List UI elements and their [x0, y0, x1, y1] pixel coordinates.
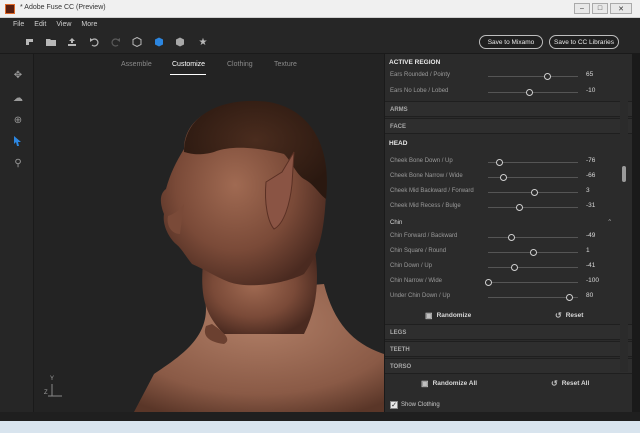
slider-label: Chin Narrow / Wide	[390, 278, 443, 284]
menu-edit[interactable]: Edit	[34, 21, 46, 28]
chevron-up-icon[interactable]: ⌃	[607, 218, 612, 226]
menu-bar: File Edit View More	[0, 18, 640, 30]
section-teeth[interactable]: TEETH ⌄	[385, 341, 632, 357]
chin-subsection-title[interactable]: Chin	[390, 220, 402, 226]
section-face[interactable]: FACE ⌄	[385, 118, 632, 134]
slider-knob[interactable]	[485, 279, 492, 286]
slider-value[interactable]: -49	[586, 232, 595, 239]
cube-blue-icon[interactable]	[153, 36, 165, 48]
cube-outline-icon[interactable]	[131, 36, 143, 48]
slider-track[interactable]	[488, 267, 578, 268]
3d-viewport[interactable]: Assemble Customize Clothing Texture Y Z	[34, 54, 384, 412]
section-arms[interactable]: ARMS ⌄	[385, 101, 632, 117]
orbit-icon[interactable]: ☁	[12, 92, 24, 104]
reset-icon: ↺	[555, 311, 562, 320]
character-model	[134, 100, 384, 412]
window-title: * Adobe Fuse CC (Preview)	[20, 4, 106, 11]
close-button[interactable]: ✕	[610, 3, 632, 14]
menu-file[interactable]: File	[13, 21, 24, 28]
slider-track[interactable]	[488, 297, 578, 298]
slider-track[interactable]	[488, 237, 578, 238]
slider-knob[interactable]	[507, 234, 515, 241]
dice-icon: ▣	[425, 311, 433, 320]
redo-icon[interactable]	[110, 36, 122, 48]
save-to-mixamo-button[interactable]: Save to Mixamo	[479, 35, 543, 49]
randomize-all-button[interactable]: ▣ Randomize All	[421, 379, 477, 388]
slider-label: Under Chin Down / Up	[390, 293, 451, 299]
select-icon[interactable]	[12, 135, 24, 147]
dice-icon: ▣	[421, 379, 429, 388]
slider-value[interactable]: 80	[586, 292, 593, 299]
slider-label: Ears No Lobe / Lobed	[390, 88, 449, 94]
window-controls: – □ ✕	[574, 3, 632, 14]
slider-knob[interactable]	[566, 294, 573, 301]
cube-solid-icon[interactable]	[174, 36, 186, 48]
slider-knob[interactable]	[543, 73, 551, 80]
target-icon[interactable]: ⊕	[12, 114, 24, 126]
reset-all-button[interactable]: ↺ Reset All	[551, 379, 589, 388]
status-bar	[0, 412, 640, 421]
slider-track[interactable]	[488, 282, 578, 283]
section-legs[interactable]: LEGS ⌄	[385, 324, 632, 340]
slider-label: Cheek Bone Down / Up	[390, 158, 453, 164]
slider-label: Chin Down / Up	[390, 263, 433, 269]
slider-knob[interactable]	[515, 204, 523, 211]
active-region-title: ACTIVE REGION	[389, 59, 441, 66]
app-icon	[5, 4, 15, 14]
slider-label: Ears Rounded / Pointy	[390, 72, 451, 78]
slider-value[interactable]: 1	[586, 247, 590, 254]
slider-value[interactable]: -10	[586, 87, 595, 94]
slider-knob[interactable]	[511, 264, 519, 271]
slider-value[interactable]: 3	[586, 187, 590, 194]
cursor-icon[interactable]	[24, 36, 36, 48]
customize-panel: ACTIVE REGION Ears Rounded / Pointy 65 Ear…	[385, 54, 632, 412]
slider-knob[interactable]	[525, 89, 533, 96]
slider-track[interactable]	[488, 207, 578, 208]
menu-more[interactable]: More	[81, 21, 97, 28]
slider-track[interactable]	[488, 76, 578, 77]
slider-label: Chin Square / Round	[390, 248, 447, 254]
toolbar: ★ Save to Mixamo Save to CC Libraries	[0, 30, 640, 54]
undo-icon[interactable]	[88, 36, 100, 48]
slider-knob[interactable]	[530, 249, 537, 256]
scrollbar-thumb[interactable]	[622, 166, 626, 182]
save-to-cc-libraries-button[interactable]: Save to CC Libraries	[549, 35, 619, 49]
slider-knob[interactable]	[495, 159, 503, 166]
slider-label: Cheek Mid Backward / Forward	[390, 188, 474, 194]
show-clothing-checkbox[interactable]: ✓	[390, 401, 398, 409]
title-bar: * Adobe Fuse CC (Preview) – □ ✕	[0, 0, 640, 18]
slider-value[interactable]: -76	[586, 157, 595, 164]
slider-knob[interactable]	[530, 189, 538, 196]
upload-icon[interactable]	[66, 36, 78, 48]
section-torso[interactable]: TORSO ⌄	[385, 358, 632, 374]
left-toolbar: ✥ ☁ ⊕ ⚲	[0, 54, 34, 412]
minimize-button[interactable]: –	[574, 3, 590, 14]
panel-scrollbar[interactable]	[620, 54, 628, 372]
slider-label: Chin Forward / Backward	[390, 233, 458, 239]
slider-value[interactable]: -41	[586, 262, 595, 269]
slider-value[interactable]: 65	[586, 71, 593, 78]
slider-value[interactable]: -100	[586, 277, 599, 284]
head-section-title[interactable]: HEAD	[389, 140, 407, 147]
show-clothing-label: Show Clothing	[401, 402, 440, 408]
folder-icon[interactable]	[45, 36, 57, 48]
star-icon[interactable]: ★	[197, 36, 209, 48]
slider-label: Cheek Bone Narrow / Wide	[390, 173, 463, 179]
reset-icon: ↺	[551, 379, 558, 388]
randomize-button[interactable]: ▣ Randomize	[425, 311, 471, 320]
axis-gizmo: Y Z	[44, 374, 74, 404]
slider-track[interactable]	[488, 92, 578, 93]
menu-view[interactable]: View	[56, 21, 71, 28]
move-icon[interactable]: ✥	[12, 69, 24, 81]
slider-value[interactable]: -31	[586, 202, 595, 209]
os-taskbar	[0, 421, 640, 433]
slider-label: Cheek Mid Recess / Bulge	[390, 203, 461, 209]
reset-button[interactable]: ↺ Reset	[555, 311, 583, 320]
maximize-button[interactable]: □	[592, 3, 608, 14]
pose-icon[interactable]: ⚲	[12, 157, 24, 169]
slider-value[interactable]: -66	[586, 172, 595, 179]
slider-knob[interactable]	[500, 174, 508, 181]
